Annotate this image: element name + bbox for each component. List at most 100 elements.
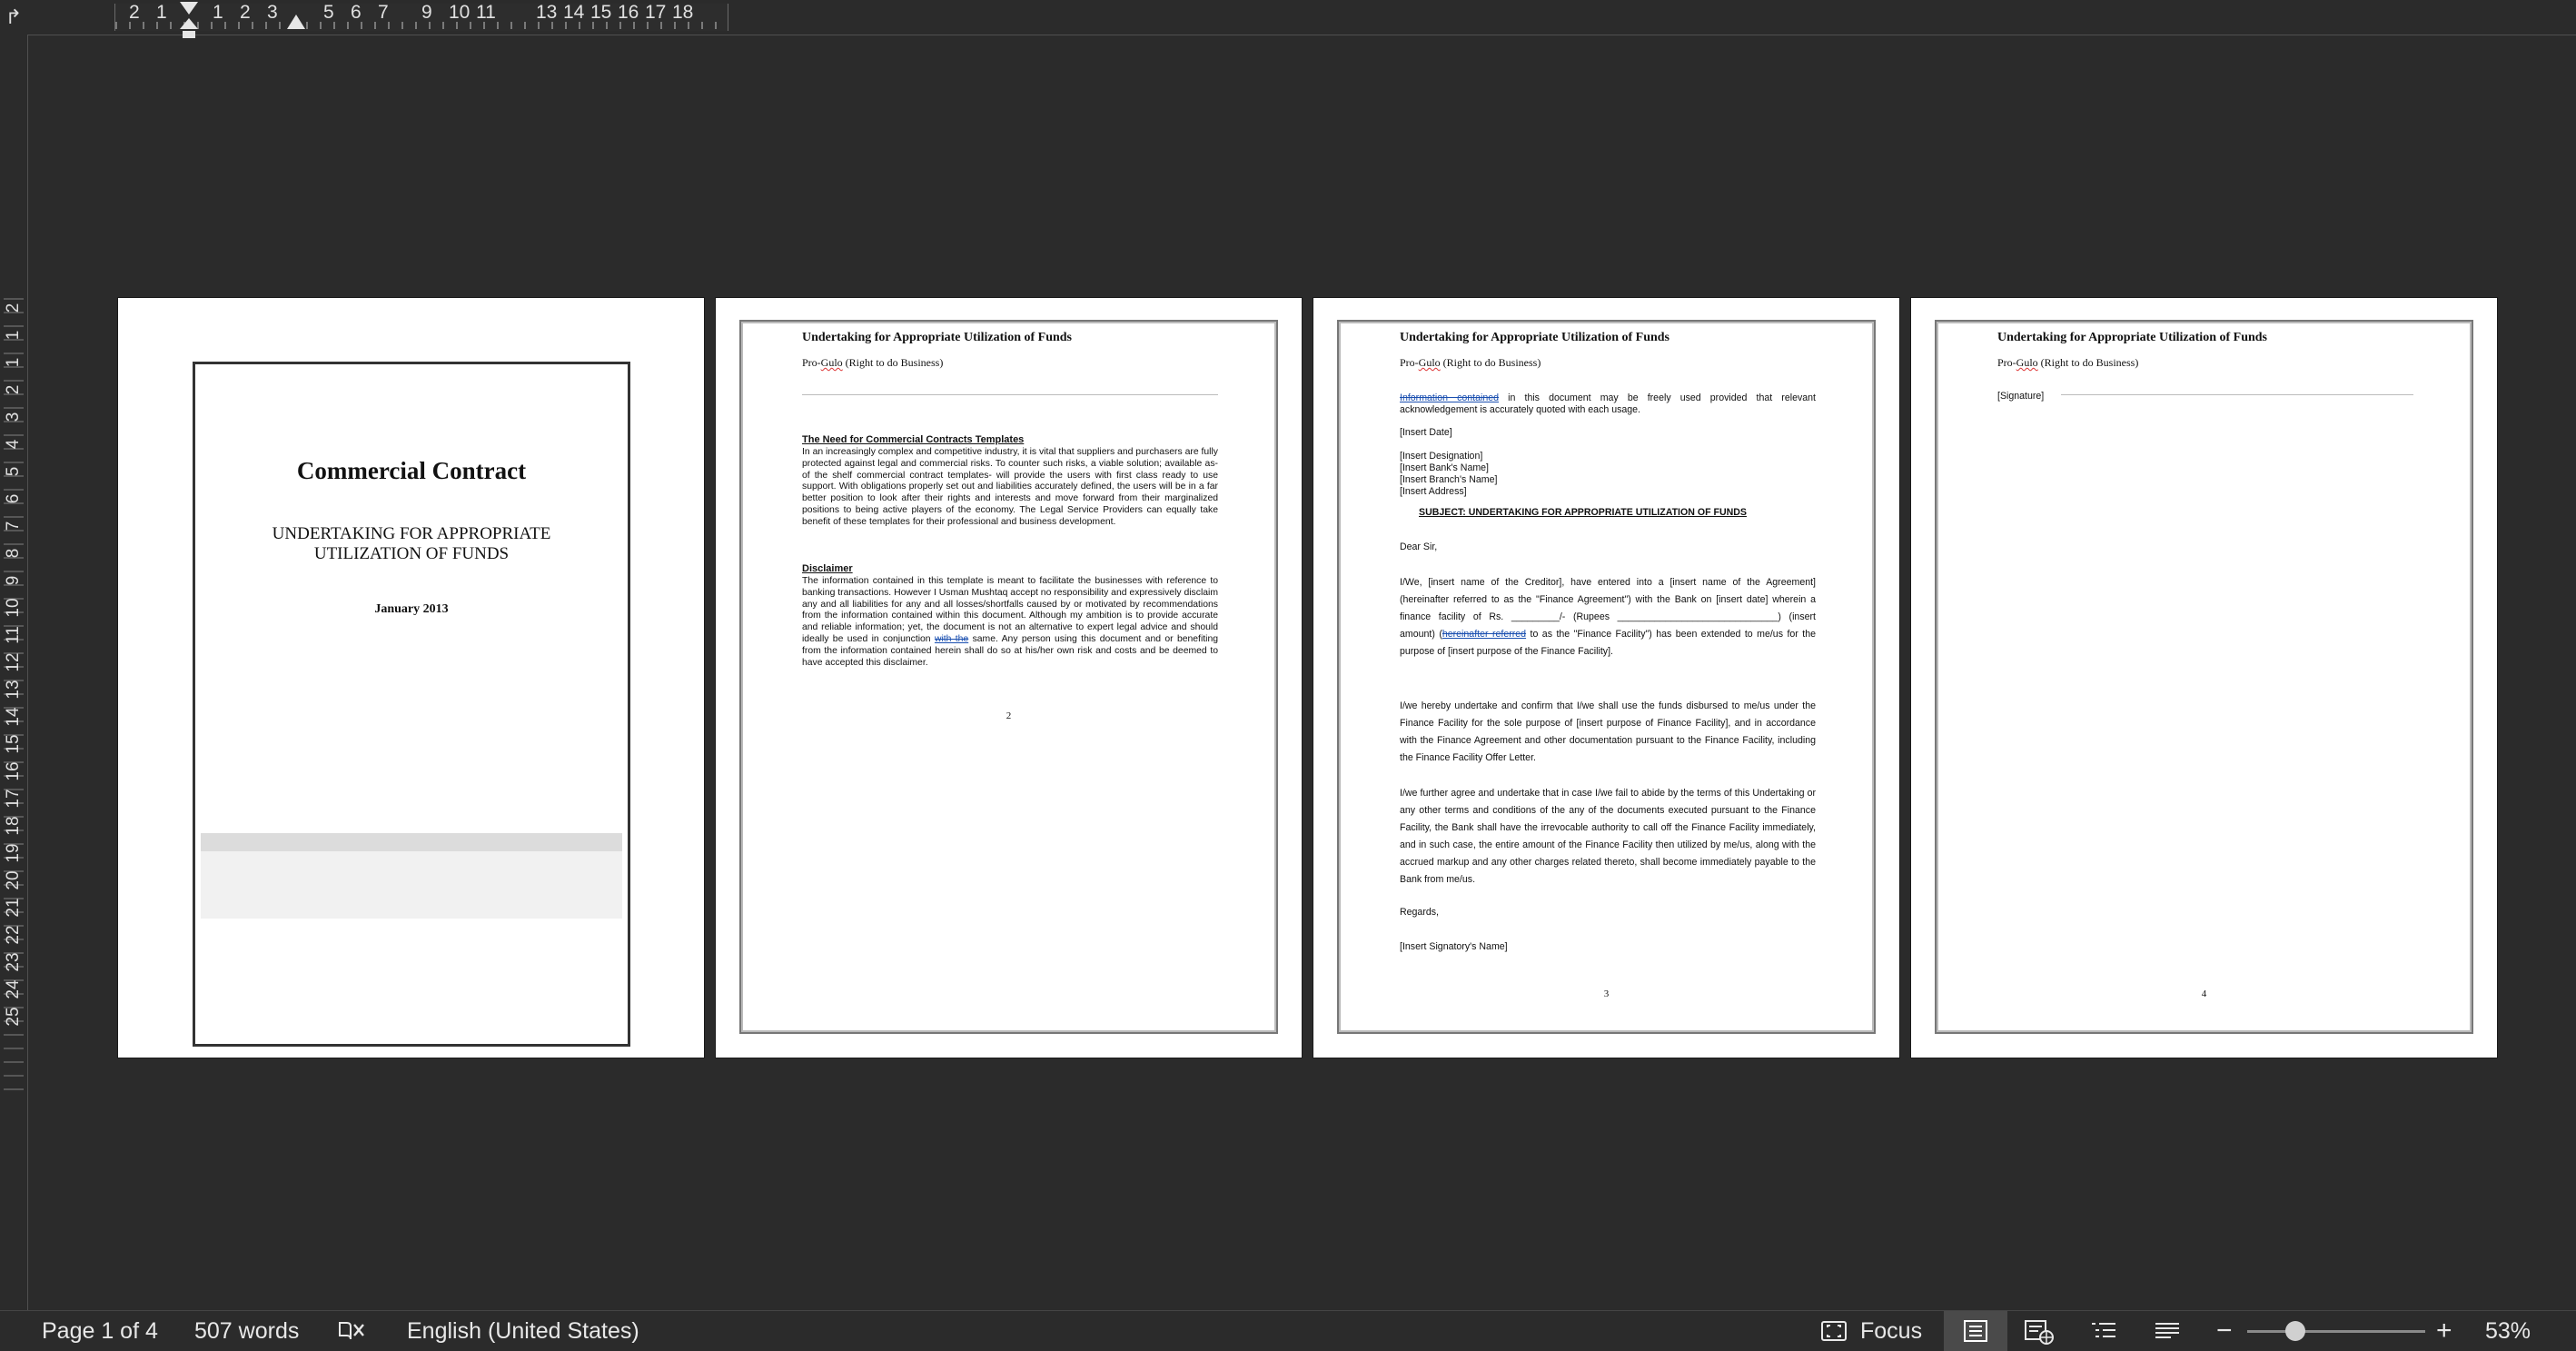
ruler-number: 18 (4, 816, 23, 836)
ruler-number: 16 (618, 2, 639, 23)
ruler-number: 5 (323, 2, 334, 23)
vertical-ruler[interactable]: 2 1 1 2 3 4 5 6 7 8 9 10 11 12 13 14 15 16 17 18 19 20 21 22 23 2… (0, 35, 28, 1310)
zoom-in-button[interactable]: + (2436, 1311, 2452, 1351)
page-count[interactable]: Page 1 of 4 (42, 1311, 158, 1351)
tracked-change[interactable]: with the (935, 634, 968, 644)
address-line: [Insert Bank's Name] (1400, 462, 1489, 473)
ruler-number: 2 (4, 303, 23, 313)
ruler-number: 4 (4, 439, 23, 450)
cover-subtitle: UNDERTAKING FOR APPROPRIATE UTILIZATION … (272, 524, 551, 563)
left-indent-marker[interactable] (183, 31, 195, 38)
hanging-indent-marker[interactable] (180, 18, 198, 29)
address-line: [Insert Branch's Name] (1400, 474, 1498, 485)
header-title: Undertaking for Appropriate Utilization … (1400, 331, 1670, 344)
outline-view-icon[interactable] (2089, 1319, 2118, 1343)
focus-icon[interactable] (1820, 1319, 1848, 1343)
ruler-number: 22 (4, 925, 23, 945)
proofing-icon[interactable] (338, 1319, 367, 1343)
ruler-number: 24 (4, 979, 23, 999)
zoom-slider[interactable] (2247, 1330, 2425, 1333)
ruler-number: 18 (672, 2, 694, 23)
ruler-number: 7 (4, 521, 23, 531)
header-title: Undertaking for Appropriate Utilization … (802, 331, 1073, 344)
ruler-number: 10 (4, 598, 23, 618)
spelling-error[interactable]: Gulo (2016, 356, 2038, 369)
ruler-number: 15 (4, 734, 23, 754)
ruler-number: 7 (378, 2, 389, 23)
page-border (739, 320, 1278, 1034)
cover-border: Commercial Contract UNDERTAKING FOR APPR… (193, 362, 630, 1047)
ruler-number: 14 (4, 707, 23, 727)
ruler-number: 19 (4, 843, 23, 863)
cover-title: Commercial Contract (296, 457, 527, 484)
ruler-number: 20 (4, 870, 23, 890)
tab-stop-selector[interactable]: ↱ (0, 0, 27, 35)
ruler-number: 6 (4, 493, 23, 504)
ruler-number: 1 (4, 330, 23, 341)
signatory-name: [Insert Signatory's Name] (1400, 941, 1508, 952)
ruler-number: 11 (476, 2, 496, 23)
ruler-number: 14 (563, 2, 585, 23)
body-paragraph: In an increasingly complex and competiti… (802, 447, 1218, 527)
body-paragraph: I/we further agree and undertake that in… (1400, 788, 1816, 885)
page-number: 3 (1603, 988, 1610, 999)
ruler-number: 16 (4, 761, 23, 781)
ruler-number: 9 (421, 2, 432, 23)
print-layout-button[interactable] (1944, 1311, 2007, 1351)
ruler-number: 1 (4, 357, 23, 368)
insert-date: [Insert Date] (1400, 427, 1452, 438)
spelling-error[interactable]: Gulo (821, 356, 843, 369)
subject-line: SUBJECT: UNDERTAKING FOR APPROPRIATE UTI… (1419, 507, 1747, 518)
ruler-number: 1 (213, 2, 223, 23)
header-subtitle: Pro-Gulo (Right to do Business) (1400, 356, 1541, 369)
ruler-number: 2 (240, 2, 251, 23)
ruler-number: 9 (4, 575, 23, 586)
zoom-level[interactable]: 53% (2485, 1311, 2531, 1351)
horizontal-ruler[interactable]: 2 1 1 2 3 5 6 7 9 10 11 13 14 15 16 17 18 (27, 0, 2576, 38)
cover-shade-block (201, 851, 622, 919)
spelling-error[interactable]: Gulo (1419, 356, 1441, 369)
closing: Regards, (1400, 907, 1439, 918)
ruler-number: 13 (4, 680, 23, 700)
page-1[interactable]: Commercial Contract UNDERTAKING FOR APPR… (118, 298, 704, 1058)
draft-view-icon[interactable] (2153, 1319, 2182, 1343)
zoom-out-button[interactable]: − (2216, 1311, 2233, 1351)
disclaimer-paragraph: The information contained in this templa… (802, 576, 1219, 668)
cover-date: January 2013 (374, 602, 449, 616)
header-title: Undertaking for Appropriate Utilization … (1997, 331, 2268, 344)
page-number: 2 (1006, 710, 1012, 721)
first-line-indent-marker[interactable] (180, 2, 198, 15)
header-subtitle: Pro-Gulo (Right to do Business) (1997, 356, 2139, 369)
body-paragraph: I/We, [insert name of the Creditor], hav… (1400, 577, 1817, 657)
address-line: [Insert Address] (1400, 486, 1467, 497)
status-bar: Page 1 of 4 507 words English (United St… (0, 1310, 2576, 1351)
cover-shade-band (201, 833, 622, 851)
right-indent-marker[interactable] (287, 15, 305, 29)
ruler-number: 12 (4, 652, 23, 672)
ruler-number: 17 (4, 789, 23, 809)
section-heading: The Need for Commercial Contracts Templa… (802, 434, 1025, 445)
ruler-number: 5 (4, 466, 23, 477)
ruler-number: 17 (645, 2, 667, 23)
focus-button[interactable]: Focus (1860, 1311, 1922, 1351)
language-indicator[interactable]: English (United States) (407, 1311, 639, 1351)
ruler-number: 3 (4, 412, 23, 422)
page-2[interactable]: Undertaking for Appropriate Utilization … (716, 298, 1302, 1058)
print-layout-icon (1964, 1320, 1987, 1342)
page-4[interactable]: Undertaking for Appropriate Utilization … (1911, 298, 2497, 1058)
ruler-number: 23 (4, 952, 23, 972)
tab-stop-icon: ↱ (5, 5, 23, 28)
web-layout-icon[interactable] (2024, 1319, 2055, 1345)
salutation: Dear Sir, (1400, 541, 1438, 552)
signature-rule (2061, 394, 2413, 395)
ruler-number: 1 (156, 2, 167, 23)
tracked-change[interactable]: hereinafter referred (1442, 629, 1526, 640)
tracked-change[interactable]: Information contained (1400, 392, 1499, 403)
page-3[interactable]: Undertaking for Appropriate Utilization … (1313, 298, 1899, 1058)
section-heading: Disclaimer (802, 563, 853, 574)
header-rule (802, 394, 1218, 395)
zoom-slider-thumb[interactable] (2284, 1321, 2305, 1341)
word-count[interactable]: 507 words (194, 1311, 299, 1351)
ruler-number: 25 (4, 1007, 23, 1027)
header-subtitle: Pro-Gulo (Right to do Business) (802, 356, 944, 369)
